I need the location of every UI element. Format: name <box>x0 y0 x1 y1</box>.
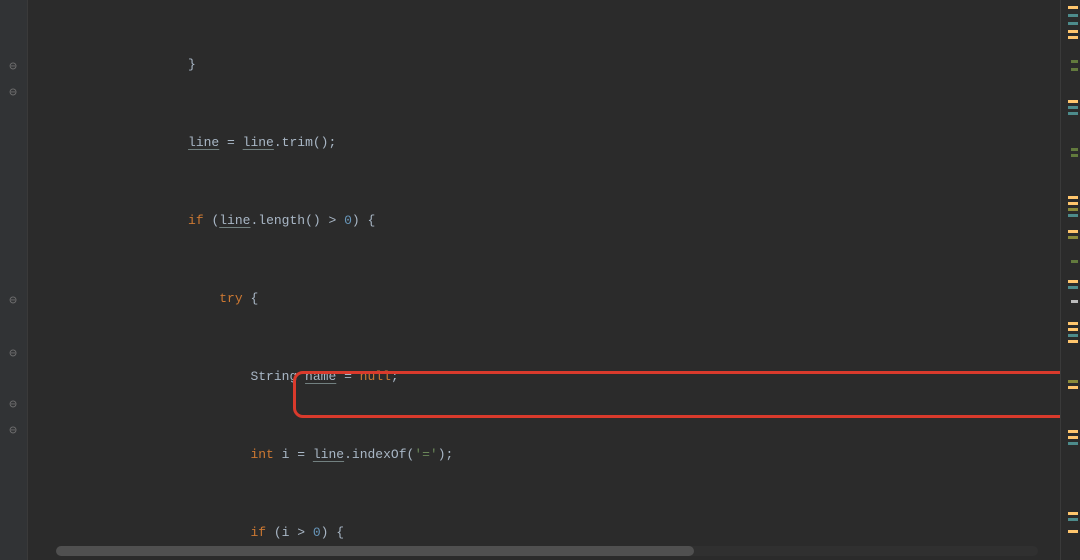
minimap-marker[interactable] <box>1068 334 1078 337</box>
minimap-marker[interactable] <box>1068 236 1078 239</box>
minimap-marker[interactable] <box>1068 14 1078 17</box>
minimap-marker[interactable] <box>1068 6 1078 9</box>
fold-toggle-icon[interactable]: ⊖ <box>6 294 20 308</box>
gutter: ⊖ ⊖ ⊖ ⊖ ⊖ ⊖ <box>0 0 28 560</box>
horizontal-scrollbar[interactable] <box>56 546 1038 556</box>
code-line[interactable]: try { <box>28 286 1060 312</box>
minimap-marker[interactable] <box>1071 300 1078 303</box>
fold-toggle-icon[interactable]: ⊖ <box>6 424 20 438</box>
minimap-marker[interactable] <box>1068 430 1078 433</box>
minimap-marker[interactable] <box>1068 214 1078 217</box>
minimap-marker[interactable] <box>1071 154 1078 157</box>
code-area[interactable]: } line = line.trim(); if (line.length() … <box>28 0 1060 560</box>
code-line[interactable]: } <box>28 52 1060 78</box>
minimap-marker[interactable] <box>1068 328 1078 331</box>
minimap-marker[interactable] <box>1068 340 1078 343</box>
code-line[interactable]: if (i > 0) { <box>28 520 1060 546</box>
minimap-marker[interactable] <box>1068 100 1078 103</box>
fold-toggle-icon[interactable]: ⊖ <box>6 347 20 361</box>
minimap-marker[interactable] <box>1071 60 1078 63</box>
minimap-marker[interactable] <box>1068 106 1078 109</box>
minimap-marker[interactable] <box>1071 260 1078 263</box>
code-line[interactable]: int i = line.indexOf('='); <box>28 442 1060 468</box>
editor-root: ⊖ ⊖ ⊖ ⊖ ⊖ ⊖ } line = line.trim(); if (line.le… <box>0 0 1080 560</box>
code-lines: } line = line.trim(); if (line.length() … <box>28 0 1060 560</box>
fold-toggle-icon[interactable]: ⊖ <box>6 398 20 412</box>
minimap-marker[interactable] <box>1068 518 1078 521</box>
minimap-marker[interactable] <box>1068 386 1078 389</box>
code-line[interactable]: String name = null; <box>28 364 1060 390</box>
fold-toggle-icon[interactable]: ⊖ <box>6 60 20 74</box>
minimap-marker[interactable] <box>1068 512 1078 515</box>
minimap-marker[interactable] <box>1068 280 1078 283</box>
minimap-marker[interactable] <box>1068 442 1078 445</box>
minimap-marker[interactable] <box>1068 322 1078 325</box>
minimap-marker[interactable] <box>1068 436 1078 439</box>
minimap-marker[interactable] <box>1068 530 1078 533</box>
minimap-marker[interactable] <box>1068 112 1078 115</box>
minimap-marker[interactable] <box>1071 68 1078 71</box>
horizontal-scrollbar-thumb[interactable] <box>56 546 694 556</box>
minimap-marker[interactable] <box>1071 148 1078 151</box>
minimap-marker[interactable] <box>1068 202 1078 205</box>
minimap-marker[interactable] <box>1068 36 1078 39</box>
minimap-marker[interactable] <box>1068 22 1078 25</box>
minimap-marker[interactable] <box>1068 30 1078 33</box>
minimap-marker[interactable] <box>1068 208 1078 211</box>
fold-toggle-icon[interactable]: ⊖ <box>6 86 20 100</box>
minimap-marker[interactable] <box>1068 196 1078 199</box>
code-line[interactable]: line = line.trim(); <box>28 130 1060 156</box>
minimap-marker[interactable] <box>1068 230 1078 233</box>
minimap-marker[interactable] <box>1068 380 1078 383</box>
minimap-scrollbar[interactable] <box>1060 0 1080 560</box>
code-line[interactable]: if (line.length() > 0) { <box>28 208 1060 234</box>
minimap-marker[interactable] <box>1068 286 1078 289</box>
